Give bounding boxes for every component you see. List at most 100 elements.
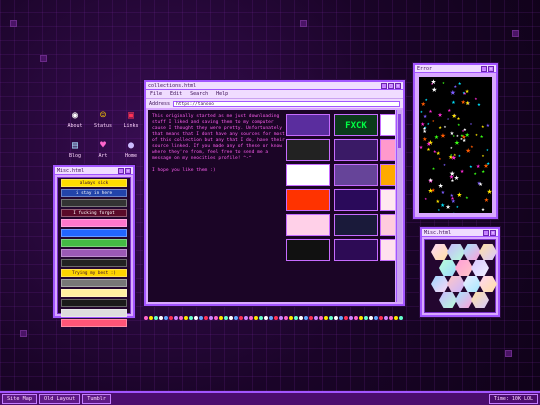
collection-image[interactable]	[380, 189, 395, 211]
bead	[189, 316, 193, 320]
web-stamp[interactable]	[61, 219, 127, 227]
address-label: Address	[149, 100, 171, 107]
desktop-icon-label: Links	[123, 123, 139, 129]
taskbar-tumblr-button[interactable]: Tumblr	[82, 394, 111, 404]
collection-image[interactable]	[286, 214, 330, 236]
desktop-icon-links[interactable]: ▣ Links	[120, 110, 142, 129]
menu-bar: File Edit Search Help	[146, 90, 403, 98]
taskbar-old-layout-button[interactable]: Old Layout	[39, 394, 81, 404]
collection-image[interactable]: FXCK	[334, 114, 378, 136]
collection-image[interactable]	[380, 114, 395, 136]
star-icon: ★	[457, 80, 462, 88]
window-title: Misc.html	[424, 229, 452, 236]
window-title: Misc.html	[57, 167, 85, 174]
desktop-icon-about[interactable]: ◉ About	[64, 110, 86, 129]
scrollbar-thumb[interactable]	[398, 114, 401, 148]
web-stamp[interactable]	[61, 259, 127, 267]
star-icon: ★	[426, 121, 430, 127]
star-icon: ★	[449, 172, 455, 183]
web-stamp[interactable]: I fucking forgot	[61, 209, 127, 217]
star-icon: ★	[479, 133, 484, 141]
maximize-button[interactable]: □	[388, 82, 394, 89]
collection-image[interactable]	[286, 114, 330, 136]
bead	[219, 316, 223, 320]
web-stamp[interactable]: Trying my best :)	[61, 269, 127, 277]
collection-image[interactable]	[380, 239, 395, 261]
collection-image[interactable]	[286, 139, 330, 161]
close-button[interactable]: ×	[125, 167, 131, 174]
bead	[309, 316, 313, 320]
taskbar-site-map-button[interactable]: Site Map	[2, 394, 37, 404]
web-stamp[interactable]	[61, 319, 127, 327]
collection-image[interactable]	[334, 214, 378, 236]
web-stamp[interactable]: i stay in here	[61, 189, 127, 197]
bg-square	[300, 20, 307, 27]
close-button[interactable]: ×	[395, 82, 401, 89]
web-stamp[interactable]	[61, 249, 127, 257]
bead	[244, 316, 248, 320]
desktop-icon-home[interactable]: ● Home	[120, 140, 142, 159]
collection-image[interactable]	[286, 189, 330, 211]
collection-image[interactable]	[380, 214, 395, 236]
star-icon: ★	[481, 205, 485, 213]
close-button[interactable]: ×	[490, 229, 496, 236]
collection-image[interactable]	[286, 164, 330, 186]
minimize-button[interactable]: _	[481, 65, 487, 72]
intro-paragraph: This originally started as me just downl…	[152, 114, 285, 161]
web-stamp[interactable]	[61, 279, 127, 287]
art-icon: ♥	[99, 140, 107, 151]
desktop-icon-blog[interactable]: ▤ Blog	[64, 140, 86, 159]
minimize-button[interactable]: _	[483, 229, 489, 236]
web-stamp[interactable]	[61, 309, 127, 317]
collection-image[interactable]	[334, 164, 378, 186]
bead	[194, 316, 198, 320]
web-stamp[interactable]	[61, 199, 127, 207]
star-icon: ★	[437, 109, 443, 120]
web-stamp[interactable]	[61, 289, 127, 297]
hex-tile	[479, 244, 497, 260]
collection-image[interactable]	[380, 164, 395, 186]
error-titlebar[interactable]: Error _ ×	[415, 65, 496, 73]
bead	[314, 316, 318, 320]
collection-image[interactable]	[334, 139, 378, 161]
star-icon: ★	[450, 145, 453, 151]
web-stamp[interactable]	[61, 239, 127, 247]
web-stamp[interactable]: always sick	[61, 179, 127, 187]
hex-tile	[439, 292, 457, 308]
menu-item-edit[interactable]: Edit	[170, 91, 182, 97]
bead	[359, 316, 363, 320]
hex-tile	[479, 276, 497, 292]
bead	[384, 316, 388, 320]
star-icon: ★	[473, 171, 477, 178]
menu-item-file[interactable]: File	[150, 91, 162, 97]
collection-image[interactable]	[334, 239, 378, 261]
close-button[interactable]: ×	[488, 65, 494, 72]
address-input[interactable]: https://tanooo	[173, 100, 400, 107]
misc-right-titlebar[interactable]: Misc.html _ ×	[422, 229, 498, 237]
intro-text: This originally started as me just downl…	[152, 114, 286, 180]
star-icon: ★	[435, 197, 440, 206]
content-scrollbar[interactable]	[396, 110, 402, 302]
menu-item-search[interactable]: Search	[190, 91, 208, 97]
bg-square	[10, 20, 17, 27]
desktop-icon-status[interactable]: ☺ Status	[92, 110, 114, 129]
bead	[379, 316, 383, 320]
bead	[239, 316, 243, 320]
misc-left-titlebar[interactable]: Misc.html _ ×	[55, 167, 133, 175]
bead	[144, 316, 148, 320]
collection-image[interactable]	[380, 139, 395, 161]
web-stamp[interactable]	[61, 299, 127, 307]
minimize-button[interactable]: _	[381, 82, 387, 89]
bg-square	[20, 330, 27, 337]
star-icon: ★	[481, 123, 485, 130]
hex-tile	[463, 244, 481, 260]
web-stamp[interactable]	[61, 229, 127, 237]
hex-collage	[424, 239, 497, 313]
minimize-button[interactable]: _	[118, 167, 124, 174]
collections-titlebar[interactable]: collections.html _ □ ×	[146, 82, 403, 90]
menu-item-help[interactable]: Help	[216, 91, 228, 97]
collection-image[interactable]	[286, 239, 330, 261]
collection-image[interactable]	[334, 189, 378, 211]
window-title: Error	[417, 65, 433, 72]
desktop-icon-art[interactable]: ♥ Art	[92, 140, 114, 159]
